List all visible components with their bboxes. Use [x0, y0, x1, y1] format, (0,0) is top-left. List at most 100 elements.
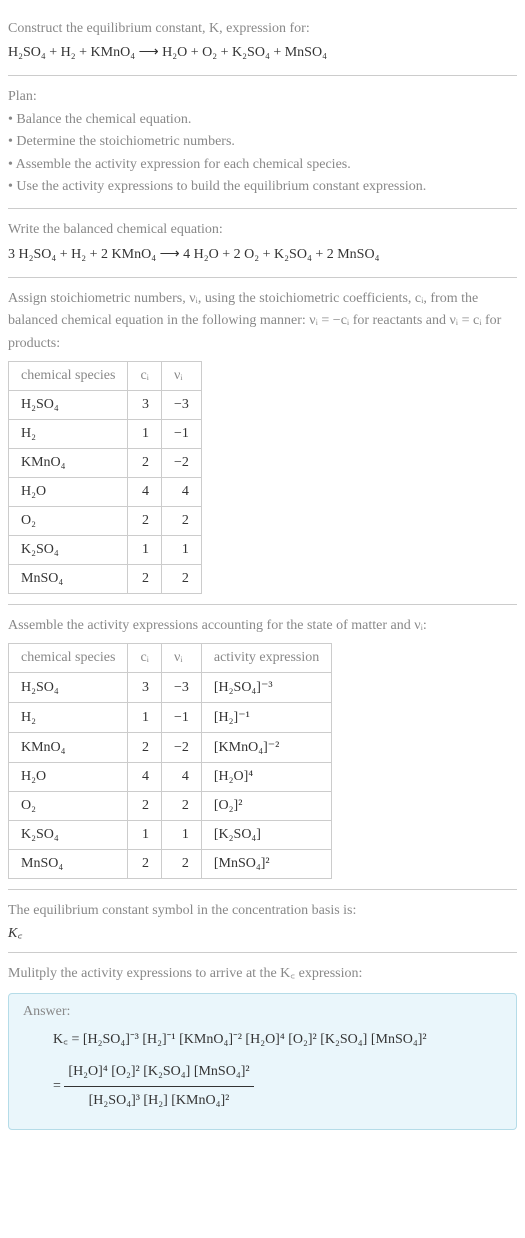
- balanced-label: Write the balanced chemical equation:: [8, 219, 517, 241]
- stoich-table: chemical species cᵢ νᵢ H₂SO₄3−3 H₂1−1 KM…: [8, 361, 202, 594]
- cell-vi: 1: [161, 821, 201, 850]
- balanced-section: Write the balanced chemical equation: 3 …: [8, 209, 517, 277]
- plan-item: • Assemble the activity expression for e…: [8, 154, 517, 176]
- plan-section: Plan: • Balance the chemical equation. •…: [8, 76, 517, 209]
- header-section: Construct the equilibrium constant, K, e…: [8, 8, 517, 76]
- cell-expr: [MnSO₄]²: [201, 850, 331, 879]
- plan-item: • Determine the stoichiometric numbers.: [8, 131, 517, 153]
- cell-species: H₂SO₄: [9, 673, 128, 703]
- cell-species: H₂O: [9, 477, 128, 506]
- cell-ci: 2: [128, 792, 162, 821]
- stoich-section: Assign stoichiometric numbers, νᵢ, using…: [8, 278, 517, 605]
- cell-ci: 4: [128, 477, 162, 506]
- cell-species: K₂SO₄: [9, 821, 128, 850]
- cell-vi: 2: [161, 850, 201, 879]
- balanced-equation: 3 H₂SO₄ + H₂ + 2 KMnO₄ ⟶ 4 H₂O + 2 O₂ + …: [8, 246, 517, 263]
- kc-expression-line1: K꜀ = [H₂SO₄]⁻³ [H₂]⁻¹ [KMnO₄]⁻² [H₂O]⁴ […: [53, 1026, 502, 1054]
- cell-expr: [K₂SO₄]: [201, 821, 331, 850]
- fraction-numerator: [H₂O]⁴ [O₂]² [K₂SO₄] [MnSO₄]²: [64, 1058, 253, 1087]
- table-row: MnSO₄22[MnSO₄]²: [9, 850, 332, 879]
- cell-species: MnSO₄: [9, 564, 128, 593]
- cell-species: O₂: [9, 792, 128, 821]
- cell-species: H₂SO₄: [9, 390, 128, 419]
- table-row: H₂SO₄3−3[H₂SO₄]⁻³: [9, 673, 332, 703]
- stoich-intro: Assign stoichiometric numbers, νᵢ, using…: [8, 288, 517, 355]
- cell-ci: 1: [128, 535, 162, 564]
- cell-ci: 2: [128, 564, 162, 593]
- plan-item: • Balance the chemical equation.: [8, 109, 517, 131]
- cell-ci: 2: [128, 850, 162, 879]
- table-row: O₂22[O₂]²: [9, 792, 332, 821]
- table-header-row: chemical species cᵢ νᵢ: [9, 361, 202, 390]
- cell-vi: 4: [161, 477, 201, 506]
- prompt-text: Construct the equilibrium constant, K, e…: [8, 18, 517, 40]
- answer-label: Answer:: [23, 1004, 502, 1020]
- symbol-label: The equilibrium constant symbol in the c…: [8, 900, 517, 922]
- cell-ci: 3: [128, 390, 162, 419]
- table-row: H₂1−1: [9, 419, 202, 448]
- cell-vi: −2: [161, 448, 201, 477]
- col-ci: cᵢ: [128, 361, 162, 390]
- table-row: H₂O44[H₂O]⁴: [9, 763, 332, 792]
- equals-sign: =: [53, 1079, 61, 1094]
- cell-ci: 4: [128, 763, 162, 792]
- cell-species: K₂SO₄: [9, 535, 128, 564]
- kc-expression-fraction: = [H₂O]⁴ [O₂]² [K₂SO₄] [MnSO₄]² [H₂SO₄]³…: [53, 1058, 502, 1115]
- cell-ci: 1: [128, 703, 162, 733]
- cell-vi: 2: [161, 564, 201, 593]
- table-row: K₂SO₄11: [9, 535, 202, 564]
- table-row: KMnO₄2−2[KMnO₄]⁻²: [9, 733, 332, 763]
- cell-vi: 2: [161, 792, 201, 821]
- cell-vi: 4: [161, 763, 201, 792]
- col-species: chemical species: [9, 644, 128, 673]
- table-row: MnSO₄22: [9, 564, 202, 593]
- cell-vi: 2: [161, 506, 201, 535]
- cell-ci: 1: [128, 821, 162, 850]
- cell-ci: 2: [128, 506, 162, 535]
- fraction: [H₂O]⁴ [O₂]² [K₂SO₄] [MnSO₄]² [H₂SO₄]³ […: [64, 1058, 253, 1115]
- cell-vi: −3: [161, 673, 201, 703]
- col-ci: cᵢ: [128, 644, 162, 673]
- answer-box: Answer: K꜀ = [H₂SO₄]⁻³ [H₂]⁻¹ [KMnO₄]⁻² …: [8, 993, 517, 1130]
- cell-ci: 3: [128, 673, 162, 703]
- final-section: Mulitply the activity expressions to arr…: [8, 953, 517, 1130]
- cell-species: KMnO₄: [9, 733, 128, 763]
- cell-species: KMnO₄: [9, 448, 128, 477]
- cell-ci: 1: [128, 419, 162, 448]
- cell-vi: −1: [161, 703, 201, 733]
- table-row: H₂SO₄3−3: [9, 390, 202, 419]
- cell-species: H₂: [9, 703, 128, 733]
- table-row: KMnO₄2−2: [9, 448, 202, 477]
- cell-species: MnSO₄: [9, 850, 128, 879]
- table-row: H₂O44: [9, 477, 202, 506]
- final-label: Mulitply the activity expressions to arr…: [8, 963, 517, 985]
- table-row: O₂22: [9, 506, 202, 535]
- activity-table: chemical species cᵢ νᵢ activity expressi…: [8, 643, 332, 879]
- cell-expr: [KMnO₄]⁻²: [201, 733, 331, 763]
- table-row: K₂SO₄11[K₂SO₄]: [9, 821, 332, 850]
- cell-expr: [O₂]²: [201, 792, 331, 821]
- cell-species: O₂: [9, 506, 128, 535]
- table-header-row: chemical species cᵢ νᵢ activity expressi…: [9, 644, 332, 673]
- symbol-value: K꜀: [8, 923, 517, 942]
- activity-section: Assemble the activity expressions accoun…: [8, 605, 517, 890]
- col-vi: νᵢ: [161, 644, 201, 673]
- cell-expr: [H₂SO₄]⁻³: [201, 673, 331, 703]
- cell-vi: −2: [161, 733, 201, 763]
- unbalanced-equation: H₂SO₄ + H₂ + KMnO₄ ⟶ H₂O + O₂ + K₂SO₄ + …: [8, 44, 517, 61]
- activity-intro: Assemble the activity expressions accoun…: [8, 615, 517, 637]
- plan-item: • Use the activity expressions to build …: [8, 176, 517, 198]
- cell-vi: 1: [161, 535, 201, 564]
- cell-species: H₂: [9, 419, 128, 448]
- cell-expr: [H₂O]⁴: [201, 763, 331, 792]
- cell-vi: −3: [161, 390, 201, 419]
- symbol-section: The equilibrium constant symbol in the c…: [8, 890, 517, 952]
- table-row: H₂1−1[H₂]⁻¹: [9, 703, 332, 733]
- cell-species: H₂O: [9, 763, 128, 792]
- cell-ci: 2: [128, 448, 162, 477]
- fraction-denominator: [H₂SO₄]³ [H₂] [KMnO₄]²: [64, 1087, 253, 1115]
- cell-vi: −1: [161, 419, 201, 448]
- cell-ci: 2: [128, 733, 162, 763]
- col-vi: νᵢ: [161, 361, 201, 390]
- col-species: chemical species: [9, 361, 128, 390]
